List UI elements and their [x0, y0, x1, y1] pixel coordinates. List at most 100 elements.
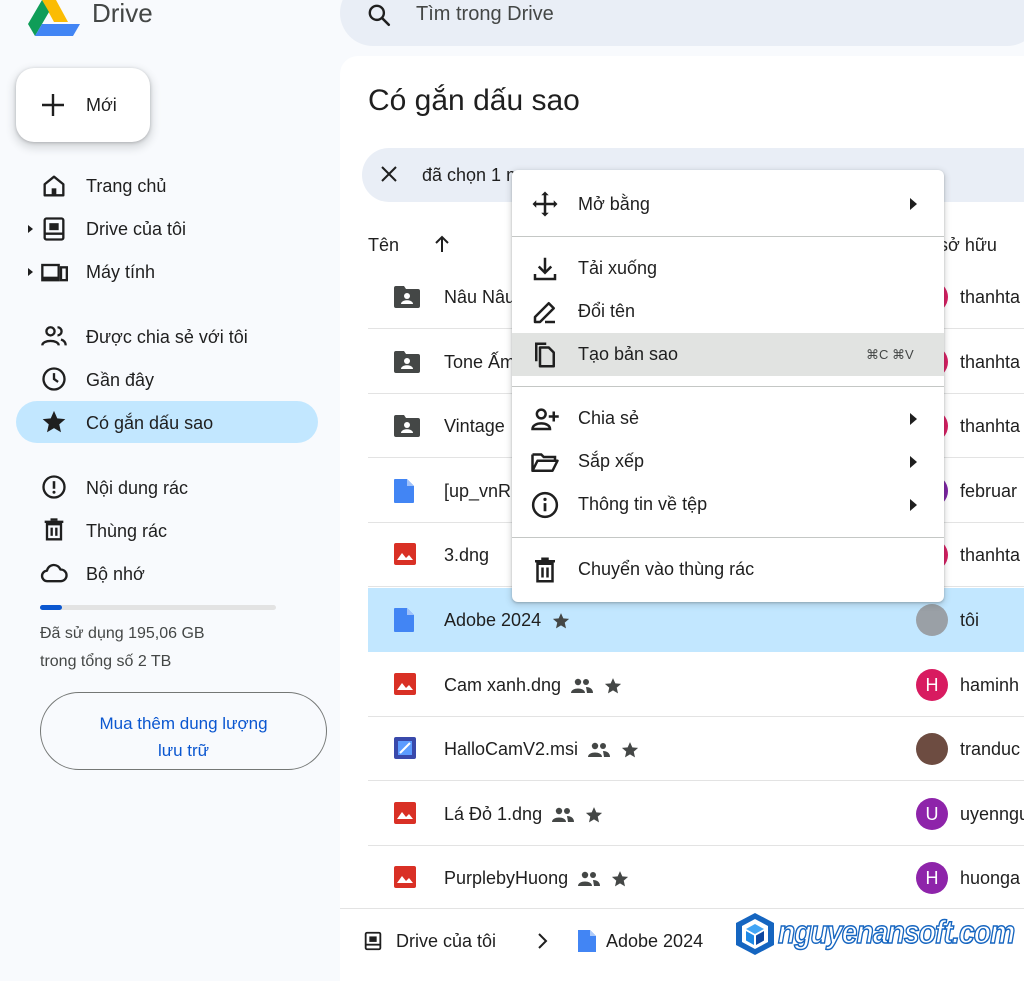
buy-storage-button[interactable]: Mua thêm dung lượng lưu trữ — [40, 692, 327, 770]
image-file-icon — [394, 802, 418, 826]
chevron-right-icon — [534, 929, 552, 953]
file-name: Adobe 2024 — [444, 610, 542, 630]
column-header-name[interactable]: Tên — [368, 235, 399, 256]
storage-total-text: trong tổng số 2 TB — [40, 653, 172, 670]
menu-divider — [512, 236, 944, 237]
sidebar-item-label: Thùng rác — [86, 521, 168, 541]
plus-icon — [40, 92, 66, 118]
watermark-logo-icon — [734, 912, 776, 956]
file-name-cell[interactable]: [up_vnR — [444, 481, 511, 502]
file-name-cell[interactable]: PurplebyHuong — [444, 868, 630, 889]
owner-name: thanhta — [960, 352, 1021, 372]
menu-item-open-with[interactable]: Mở bằng — [578, 194, 650, 215]
storage-usage-text: Đã sử dụng 195,06 GB — [40, 625, 205, 642]
file-name-cell[interactable]: Lá Đỏ 1.dng — [444, 804, 604, 825]
owner-name: thanhta — [960, 416, 1021, 436]
selection-count: đã chọn 1 m — [422, 165, 522, 185]
sidebar-item-label: Bộ nhớ — [86, 564, 145, 584]
clock-icon — [40, 365, 68, 393]
my-drive-icon — [40, 215, 68, 243]
file-name: Nâu Nâu — [444, 287, 516, 307]
file-name-cell[interactable]: Cam xanh.dng — [444, 675, 623, 696]
menu-item-share[interactable]: Chia sẻ — [578, 408, 639, 429]
shared-people-icon — [578, 871, 601, 887]
star-icon — [610, 869, 630, 889]
folder-file-icon — [394, 285, 420, 309]
star-icon — [584, 805, 604, 825]
file-name: 3.dng — [444, 545, 490, 565]
search-icon[interactable] — [366, 2, 392, 28]
page-title: Có gắn dấu sao — [368, 84, 580, 117]
menu-item-make-copy[interactable]: Tạo bản sao — [578, 344, 678, 365]
file-name-cell[interactable]: HalloCamV2.msi — [444, 739, 640, 760]
app-title: Drive — [92, 0, 153, 28]
download-icon — [530, 254, 560, 284]
rename-icon — [530, 297, 560, 327]
star-icon — [603, 676, 623, 696]
file-name-cell[interactable]: Tone Ấm — [444, 352, 515, 373]
file-name-cell[interactable]: Adobe 2024 — [444, 610, 571, 631]
file-name: Cam xanh.dng — [444, 675, 562, 695]
doc-icon — [578, 930, 596, 952]
close-icon[interactable] — [378, 163, 400, 185]
expand-arrow-icon[interactable] — [28, 268, 33, 276]
file-name: HalloCamV2.msi — [444, 739, 579, 759]
breadcrumb-item[interactable]: Adobe 2024 — [606, 931, 703, 952]
file-name-cell[interactable]: Nâu Nâu — [444, 287, 515, 308]
file-name: [up_vnR — [444, 481, 512, 501]
my-drive-icon — [362, 930, 384, 952]
star-icon — [551, 611, 571, 631]
storage-bar — [40, 605, 276, 610]
folder-file-icon — [394, 414, 420, 438]
info-icon — [530, 490, 560, 520]
shared-people-icon — [552, 807, 575, 823]
new-button-label: Mới — [86, 95, 117, 115]
sidebar-item-label: Nội dung rác — [86, 478, 189, 498]
buy-storage-label: Mua thêm dung lượng — [99, 713, 268, 733]
msi-file-icon — [394, 737, 418, 761]
menu-item-move-to-trash[interactable]: Chuyển vào thùng rác — [578, 559, 754, 580]
submenu-arrow-icon — [910, 456, 917, 468]
file-name: PurplebyHuong — [444, 868, 569, 888]
owner-name: tôi — [960, 610, 980, 630]
menu-item-file-info[interactable]: Thông tin về tệp — [578, 494, 707, 515]
menu-item-rename[interactable]: Đổi tên — [578, 301, 635, 322]
spam-icon — [40, 473, 68, 501]
avatar: U — [916, 798, 948, 830]
search-input[interactable]: Tìm trong Drive — [416, 3, 554, 26]
owner-name: thanhta — [960, 545, 1021, 565]
trash-icon — [530, 555, 560, 585]
shared-people-icon — [588, 742, 611, 758]
open-with-icon — [530, 189, 560, 219]
file-name: Tone Ấm — [444, 352, 516, 372]
submenu-arrow-icon — [910, 413, 917, 425]
menu-item-organize[interactable]: Sắp xếp — [578, 451, 644, 472]
computer-icon — [40, 258, 68, 286]
storage-bar-fill — [40, 605, 62, 610]
menu-divider — [512, 537, 944, 538]
shared-icon — [40, 322, 68, 350]
owner-name: huonga — [960, 868, 1021, 888]
breadcrumb-item[interactable]: Drive của tôi — [396, 931, 496, 952]
submenu-arrow-icon — [910, 198, 917, 210]
drive-logo[interactable] — [28, 0, 80, 36]
owner-name: tranduc — [960, 739, 1021, 759]
sidebar-item-label: Máy tính — [86, 262, 156, 282]
avatar: H — [916, 669, 948, 701]
avatar — [916, 733, 948, 765]
buy-storage-label: lưu trữ — [157, 740, 210, 760]
sidebar-item-label: Có gắn dấu sao — [86, 413, 214, 433]
menu-divider — [512, 386, 944, 387]
expand-arrow-icon[interactable] — [28, 225, 33, 233]
new-button[interactable] — [16, 68, 150, 142]
file-name-cell[interactable]: 3.dng — [444, 545, 489, 566]
menu-item-download[interactable]: Tải xuống — [578, 258, 657, 279]
trash-icon — [40, 516, 68, 544]
menu-shortcut: ⌘C ⌘V — [866, 347, 914, 362]
file-name-cell[interactable]: Vintage — [444, 416, 505, 437]
file-name: Lá Đỏ 1.dng — [444, 804, 543, 824]
cloud-icon — [40, 559, 68, 587]
copy-icon — [530, 340, 560, 370]
organize-icon — [530, 447, 560, 477]
arrow-up-icon[interactable] — [432, 234, 452, 254]
